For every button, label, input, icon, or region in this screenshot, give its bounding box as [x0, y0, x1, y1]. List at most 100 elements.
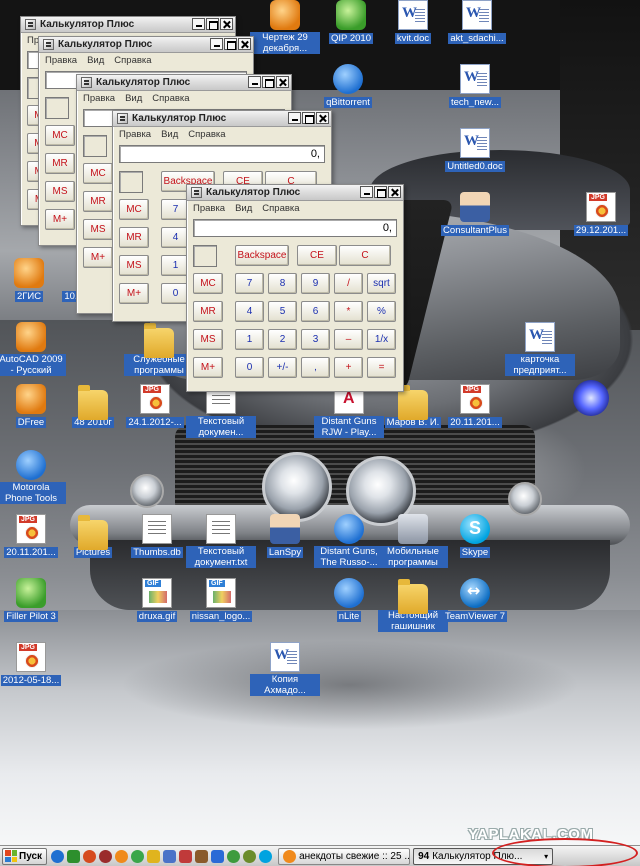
window-titlebar[interactable]: Калькулятор Плюс — [77, 75, 291, 91]
desktop-icon-nissan-logo[interactable]: nissan_logo... — [186, 578, 256, 622]
desktop-icon-folder-48[interactable]: 48 2010г — [58, 384, 128, 428]
key-1-0[interactable]: MR — [119, 227, 149, 248]
key-3-4[interactable]: + — [334, 357, 363, 378]
key-0-2[interactable]: 8 — [268, 273, 297, 294]
winrar-icon[interactable] — [195, 849, 209, 863]
key-3-0[interactable]: M+ — [45, 209, 75, 230]
desktop-show-icon[interactable] — [67, 849, 81, 863]
minimize-button[interactable] — [288, 112, 301, 124]
desktop-icon-thumbs[interactable]: Thumbs.db — [122, 514, 192, 558]
desktop-icon-filler-pilot[interactable]: Filler Pilot 3 — [0, 578, 66, 622]
desktop-icon-txt-doc-2[interactable]: Текстовый документ.txt — [186, 514, 256, 568]
desktop-icon-programs[interactable]: Служебные программы — [124, 322, 194, 376]
menu-view[interactable]: Вид — [235, 203, 252, 214]
desktop-icon-jpg-20-11-a[interactable]: 20.11.201... — [440, 384, 510, 428]
close-button[interactable] — [316, 112, 329, 124]
desktop-icon-dwg-drawing[interactable]: Чертеж 29 декабря... — [250, 0, 320, 54]
desktop-icon-motorola[interactable]: Motorola Phone Tools — [0, 450, 66, 504]
key-0-1[interactable]: 7 — [235, 273, 264, 294]
key-1-2[interactable]: 5 — [268, 301, 297, 322]
key-3-0[interactable]: M+ — [83, 247, 113, 268]
window-titlebar[interactable]: Калькулятор Плюс — [187, 185, 403, 201]
desktop-icon-kartochka-doc[interactable]: карточка предприят... — [505, 322, 575, 376]
close-button[interactable] — [238, 38, 251, 50]
key-0-0[interactable]: MC — [83, 163, 113, 184]
desktop-icon-jpg-2012-05[interactable]: 2012-05-18... — [0, 642, 66, 686]
key-backspace[interactable]: Backspace — [235, 245, 289, 266]
key-0-4[interactable]: / — [334, 273, 363, 294]
key-1-4[interactable]: * — [334, 301, 363, 322]
key-0-5[interactable]: sqrt — [367, 273, 396, 294]
key-1-0[interactable]: MR — [83, 191, 113, 212]
desktop-icon-pictures[interactable]: Pictures — [58, 514, 128, 558]
menu-edit[interactable]: Правка — [45, 55, 77, 66]
desktop-icon-mobile-programs[interactable]: Мобильные программы — [378, 514, 448, 568]
desktop-icon-druxa-gif[interactable]: druxa.gif — [122, 578, 192, 622]
key-3-2[interactable]: +/- — [268, 357, 297, 378]
desktop-icon-autocad[interactable]: AutoCAD 2009 - Русский — [0, 322, 66, 376]
firefox-icon[interactable] — [115, 849, 129, 863]
skype-tray-icon[interactable] — [259, 849, 273, 863]
key-2-0[interactable]: MS — [119, 255, 149, 276]
key-1-0[interactable]: MR — [45, 153, 75, 174]
desktop-icon-2gis[interactable]: 2ГИС — [0, 258, 64, 302]
close-button[interactable] — [276, 76, 289, 88]
window-titlebar[interactable]: Калькулятор Плюс — [113, 111, 331, 127]
menu-edit[interactable]: Правка — [119, 129, 151, 140]
start-button[interactable]: Пуск — [2, 847, 48, 865]
menu-help[interactable]: Справка — [114, 55, 151, 66]
desktop-icon-untitled-doc[interactable]: Untitled0.doc — [440, 128, 510, 172]
key-2-5[interactable]: 1/x — [367, 329, 396, 350]
key-0-0[interactable]: MC — [119, 199, 149, 220]
minimize-button[interactable] — [210, 38, 223, 50]
menu-view[interactable]: Вид — [87, 55, 104, 66]
key-2-4[interactable]: – — [334, 329, 363, 350]
mail-icon[interactable] — [163, 849, 177, 863]
maximize-button[interactable] — [262, 76, 275, 88]
window-titlebar[interactable]: Калькулятор Плюс — [21, 17, 235, 33]
desktop-icon-jpg-20-11-b[interactable]: 20.11.201... — [0, 514, 66, 558]
desktop-icon-kvit-doc[interactable]: kvit.doc — [378, 0, 448, 44]
desktop-icon-nlite[interactable]: nLite — [314, 578, 384, 622]
desktop-icon-jpg-24-1[interactable]: 24.1.2012-... — [120, 384, 190, 428]
key-3-3[interactable]: , — [301, 357, 330, 378]
desktop-icon-teamviewer[interactable]: TeamViewer 7 — [440, 578, 510, 622]
menu-help[interactable]: Справка — [152, 93, 189, 104]
key-3-0[interactable]: M+ — [119, 283, 149, 304]
key-3-0[interactable]: M+ — [193, 357, 223, 378]
key-2-2[interactable]: 2 — [268, 329, 297, 350]
maximize-button[interactable] — [302, 112, 315, 124]
desktop-icon-txt-doc-1[interactable]: Текстовый докумен... — [186, 384, 256, 438]
key-ce[interactable]: CE — [297, 245, 337, 266]
key-0-3[interactable]: 9 — [301, 273, 330, 294]
desktop-icon-skype[interactable]: Skype — [440, 514, 510, 558]
key-2-0[interactable]: MS — [193, 329, 223, 350]
desktop-icon-real-folder[interactable]: Настоящий гашишник — [378, 578, 448, 632]
desktop-icon-qbittorrent[interactable]: qBittorrent — [313, 64, 383, 108]
media-icon[interactable] — [99, 849, 113, 863]
desktop-icon-distant-guns-pdf[interactable]: Distant Guns RJW - Play... — [314, 384, 384, 438]
desktop-icon-dfree[interactable]: DFree — [0, 384, 66, 428]
chrome-icon[interactable] — [131, 849, 145, 863]
opera-icon[interactable] — [83, 849, 97, 863]
word-icon[interactable] — [211, 849, 225, 863]
close-button[interactable] — [220, 18, 233, 30]
desktop-icon-akt-doc[interactable]: akt_sdachi... — [442, 0, 512, 44]
key-2-1[interactable]: 1 — [235, 329, 264, 350]
menu-edit[interactable]: Правка — [83, 93, 115, 104]
acrobat-icon[interactable] — [179, 849, 193, 863]
ie-icon[interactable] — [51, 849, 65, 863]
key-0-0[interactable]: MC — [193, 273, 223, 294]
maximize-button[interactable] — [374, 186, 387, 198]
minimize-button[interactable] — [192, 18, 205, 30]
desktop-icon-kopiya-doc[interactable]: Копия Ахмадо... — [250, 642, 320, 696]
maximize-button[interactable] — [206, 18, 219, 30]
menu-edit[interactable]: Правка — [193, 203, 225, 214]
desktop-icon-qip[interactable]: QIP 2010 — [316, 0, 386, 44]
key-1-0[interactable]: MR — [193, 301, 223, 322]
desktop[interactable]: Чертеж 29 декабря... QIP 2010 kvit.doc akt_… — [0, 0, 640, 845]
folder-icon[interactable] — [147, 849, 161, 863]
calculator-window[interactable]: Калькулятор Плюс Правка Вид Справка 0, B… — [186, 184, 404, 392]
desktop-icon-distant-guns[interactable]: Distant Guns, The Russo-... — [314, 514, 384, 568]
desktop-icon-jpg-29-12[interactable]: 29.12.201... — [566, 192, 636, 236]
